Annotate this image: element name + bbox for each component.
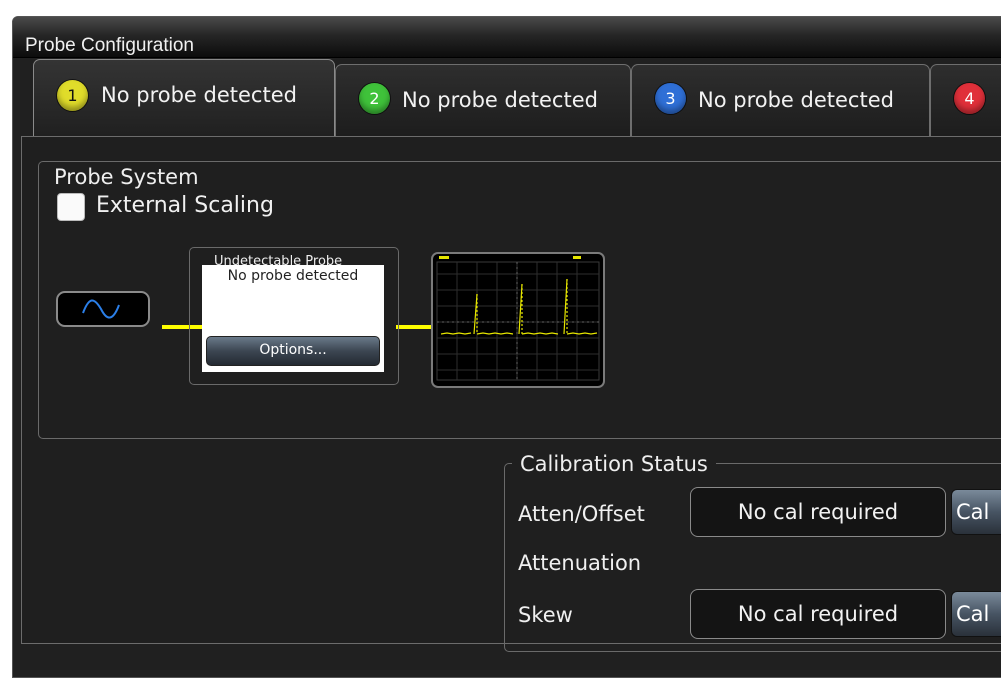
options-button[interactable]: Options... bbox=[206, 336, 380, 366]
channel-2-number: 2 bbox=[369, 89, 380, 108]
oscilloscope-thumbnail[interactable] bbox=[431, 252, 605, 388]
external-scaling-label[interactable]: External Scaling bbox=[96, 193, 274, 218]
skew-label: Skew bbox=[518, 603, 573, 627]
atten-offset-cal-button[interactable]: Cal bbox=[951, 489, 1001, 535]
channel-4-number: 4 bbox=[964, 89, 975, 108]
tab-channel-1[interactable]: 1 No probe detected bbox=[33, 59, 335, 137]
tab-channel-3[interactable]: 3 No probe detected bbox=[631, 64, 930, 136]
channel-3-number: 3 bbox=[665, 89, 676, 108]
signal-source-button[interactable] bbox=[56, 291, 150, 327]
scope-waveform-icon bbox=[436, 256, 600, 381]
channel-2-badge-icon: 2 bbox=[359, 83, 390, 114]
channel-1-number: 1 bbox=[67, 86, 78, 105]
probe-system-legend: Probe System bbox=[46, 165, 207, 189]
tab-channel-2-label: No probe detected bbox=[402, 88, 598, 112]
channel-4-badge-icon: 4 bbox=[954, 83, 985, 114]
tab-channel-3-label: No probe detected bbox=[698, 88, 894, 112]
external-scaling-checkbox[interactable] bbox=[57, 193, 85, 221]
tab-channel-1-label: No probe detected bbox=[101, 83, 297, 107]
title-bar[interactable]: Probe Configuration bbox=[13, 17, 1001, 58]
channel-3-badge-icon: 3 bbox=[655, 83, 686, 114]
tab-channel-2[interactable]: 2 No probe detected bbox=[335, 64, 631, 136]
sine-wave-icon bbox=[82, 299, 120, 319]
skew-status: No cal required bbox=[690, 589, 946, 639]
attenuation-label: Attenuation bbox=[518, 551, 642, 575]
atten-offset-label: Atten/Offset bbox=[518, 502, 645, 526]
tab-channel-4[interactable]: 4 bbox=[930, 64, 1001, 136]
window-title: Probe Configuration bbox=[25, 35, 194, 56]
atten-offset-status: No cal required bbox=[690, 487, 946, 537]
calibration-status-legend: Calibration Status bbox=[512, 452, 716, 476]
probe-info-box: No probe detected Options... bbox=[202, 265, 384, 372]
channel-1-badge-icon: 1 bbox=[57, 80, 88, 111]
skew-cal-button[interactable]: Cal bbox=[951, 591, 1001, 637]
probe-status-text: No probe detected bbox=[227, 268, 359, 284]
